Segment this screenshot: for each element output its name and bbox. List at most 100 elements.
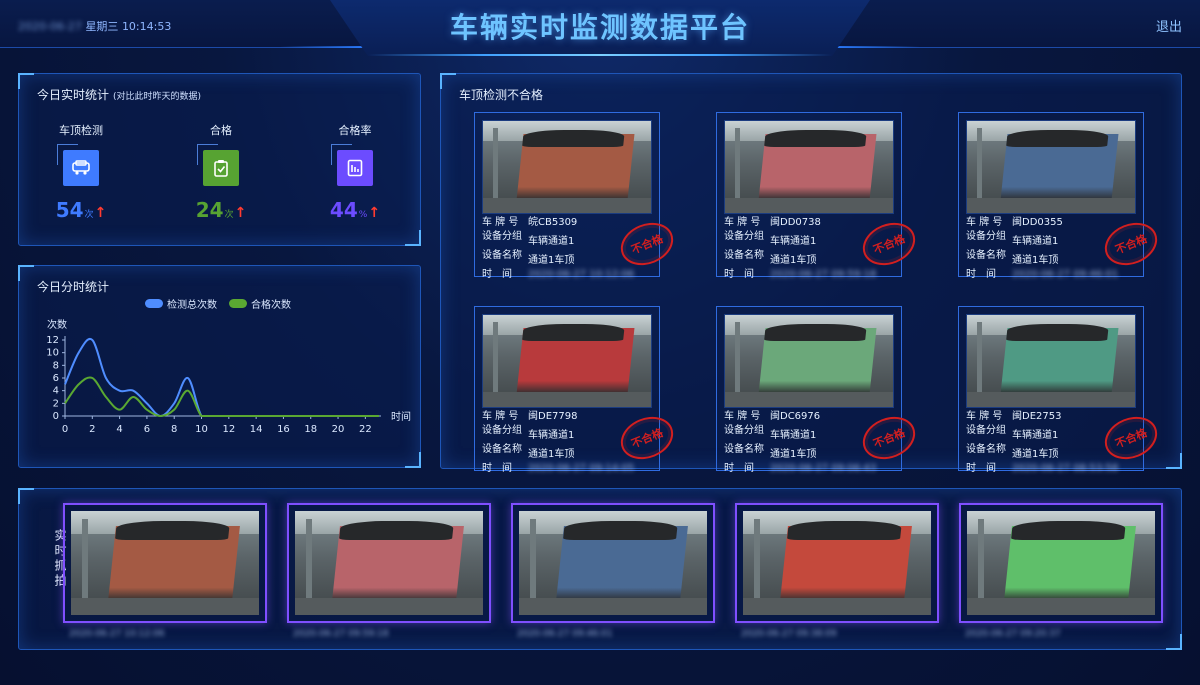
y-tick-label: 8 [53,360,59,371]
inspection-card[interactable]: 车 牌 号闽DD0738 设备分组 车辆通道1 设备名称 通道1车顶 时 间 2020… [716,112,922,292]
label-plate: 车 牌 号 [724,411,761,422]
device-group: 车辆通道1 [1012,236,1059,247]
x-axis-label: 时间 [391,410,411,423]
capture-card[interactable] [511,503,715,623]
title-underline [368,54,832,56]
stat-unit: 次 [224,210,234,220]
inspection-card[interactable]: 车 牌 号皖CB5309 设备分组 车辆通道1 设备名称 通道1车顶 时 间 2020… [474,112,680,292]
truck-photo [295,511,483,615]
arrow-up-icon: ↑ [368,205,381,221]
logout-button[interactable]: 退出 [1156,16,1182,35]
x-tick-label: 10 [195,424,208,435]
capture-card[interactable] [735,503,939,623]
x-tick-label: 16 [277,424,290,435]
x-tick-label: 12 [222,424,235,435]
truck-photo [724,120,894,214]
x-tick-label: 14 [250,424,263,435]
plate-number: 闽DE7798 [528,411,578,422]
label-group: 设备分组 [724,231,764,242]
x-tick-label: 4 [116,424,122,435]
capture-card[interactable] [63,503,267,623]
label-time: 时 间 [966,463,996,474]
plate-number: 闽DC6976 [770,411,821,422]
current-time: 10:14:53 [121,20,172,33]
title-edge-right [830,46,920,48]
truck-photo [966,120,1136,214]
today-stats-title-text: 今日实时统计 [37,88,110,102]
current-date: 2020-06-27 [18,20,82,33]
hourly-line-chart: 次数时间0246810120 2 4 6 8 10 12 14 16 18 20 22 [46,318,411,435]
truck-photo [519,511,707,615]
label-time: 时 间 [724,269,754,280]
stat-value: 24次↑ [181,198,261,222]
today-stats-title: 今日实时统计 (对比此时昨天的数据) [37,86,201,103]
clipboard-check-icon [197,144,239,186]
capture-time: 2020-06-27 09:14:05 [528,463,635,474]
report-icon [331,144,373,186]
truck-photo [966,314,1136,408]
label-plate: 车 牌 号 [966,217,1003,228]
label-time: 时 间 [482,463,512,474]
x-tick-label: 2 [89,424,95,435]
inspection-card[interactable]: 车 牌 号闽DE2753 设备分组 车辆通道1 设备名称 通道1车顶 时 间 2020… [958,306,1164,486]
stat-pass-rate: 合格率 44%↑ [315,122,395,222]
label-device: 设备名称 [966,444,1006,455]
plate-number: 皖CB5309 [528,217,578,228]
inspection-title: 车顶检测不合格 [459,88,544,102]
stat-value: 54次↑ [41,198,121,222]
plate-number: 闽DD0738 [770,217,821,228]
y-tick-label: 6 [53,373,59,384]
stat-number: 54 [55,198,84,222]
capture-time: 2020-06-27 10:12:06 [528,269,635,280]
capture-time: 2020-06-27 09:59:18 [770,269,877,280]
datetime: 2020-06-27 星期三 10:14:53 [18,18,171,34]
label-device: 设备名称 [482,444,522,455]
capture-time: 2020-06-27 09:06:43 [770,463,877,474]
inspection-card[interactable]: 车 牌 号闽DD0355 设备分组 车辆通道1 设备名称 通道1车顶 时 间 2020… [958,112,1164,292]
label-plate: 车 牌 号 [482,411,519,422]
device-name: 通道1车顶 [1012,449,1059,460]
truck-photo [71,511,259,615]
label-device: 设备名称 [966,250,1006,261]
label-device: 设备名称 [724,250,764,261]
device-group: 车辆通道1 [528,430,575,441]
stat-label: 合格 [210,124,232,137]
label-plate: 车 牌 号 [724,217,761,228]
arrow-up-icon: ↑ [234,205,247,221]
stat-label: 车顶检测 [59,124,103,137]
x-tick-label: 20 [332,424,345,435]
inspection-card[interactable]: 车 牌 号闽DC6976 设备分组 车辆通道1 设备名称 通道1车顶 时 间 2020… [716,306,922,486]
label-device: 设备名称 [724,444,764,455]
label-group: 设备分组 [966,231,1006,242]
truck-photo [724,314,894,408]
truck-icon [57,144,99,186]
capture-card[interactable] [959,503,1163,623]
label-group: 设备分组 [966,425,1006,436]
device-name: 通道1车顶 [528,449,575,460]
device-group: 车辆通道1 [528,236,575,247]
stat-value: 44%↑ [315,198,395,222]
y-tick-label: 10 [46,348,59,359]
label-time: 时 间 [966,269,996,280]
device-group: 车辆通道1 [770,236,817,247]
device-name: 通道1车顶 [1012,255,1059,266]
inspection-card[interactable]: 车 牌 号闽DE7798 设备分组 车辆通道1 设备名称 通道1车顶 时 间 2020… [474,306,680,486]
x-tick-label: 0 [62,424,68,435]
label-plate: 车 牌 号 [966,411,1003,422]
arrow-up-icon: ↑ [94,205,107,221]
plate-number: 闽DE2753 [1012,411,1062,422]
truck-photo [743,511,931,615]
title-edge-left [280,46,370,48]
capture-card[interactable] [287,503,491,623]
x-tick-label: 22 [359,424,372,435]
device-name: 通道1车顶 [770,449,817,460]
label-device: 设备名称 [482,250,522,261]
y-tick-label: 4 [53,386,59,397]
stat-qualified: 合格 24次↑ [181,122,261,222]
inspection-panel: 车顶检测不合格 车 牌 号皖CB5309 设备分组 车辆通道1 设备名称 通道1车顶… [440,73,1182,474]
truck-photo [482,314,652,408]
capture-panel: 实时抓拍 2020-06-27 10:12:06 2020-06-27 09:5… [18,488,1182,650]
today-stats-subtitle: (对比此时昨天的数据) [113,92,202,102]
stat-number: 24 [195,198,224,222]
capture-time: 2020-06-27 09:46:01 [1012,269,1119,280]
